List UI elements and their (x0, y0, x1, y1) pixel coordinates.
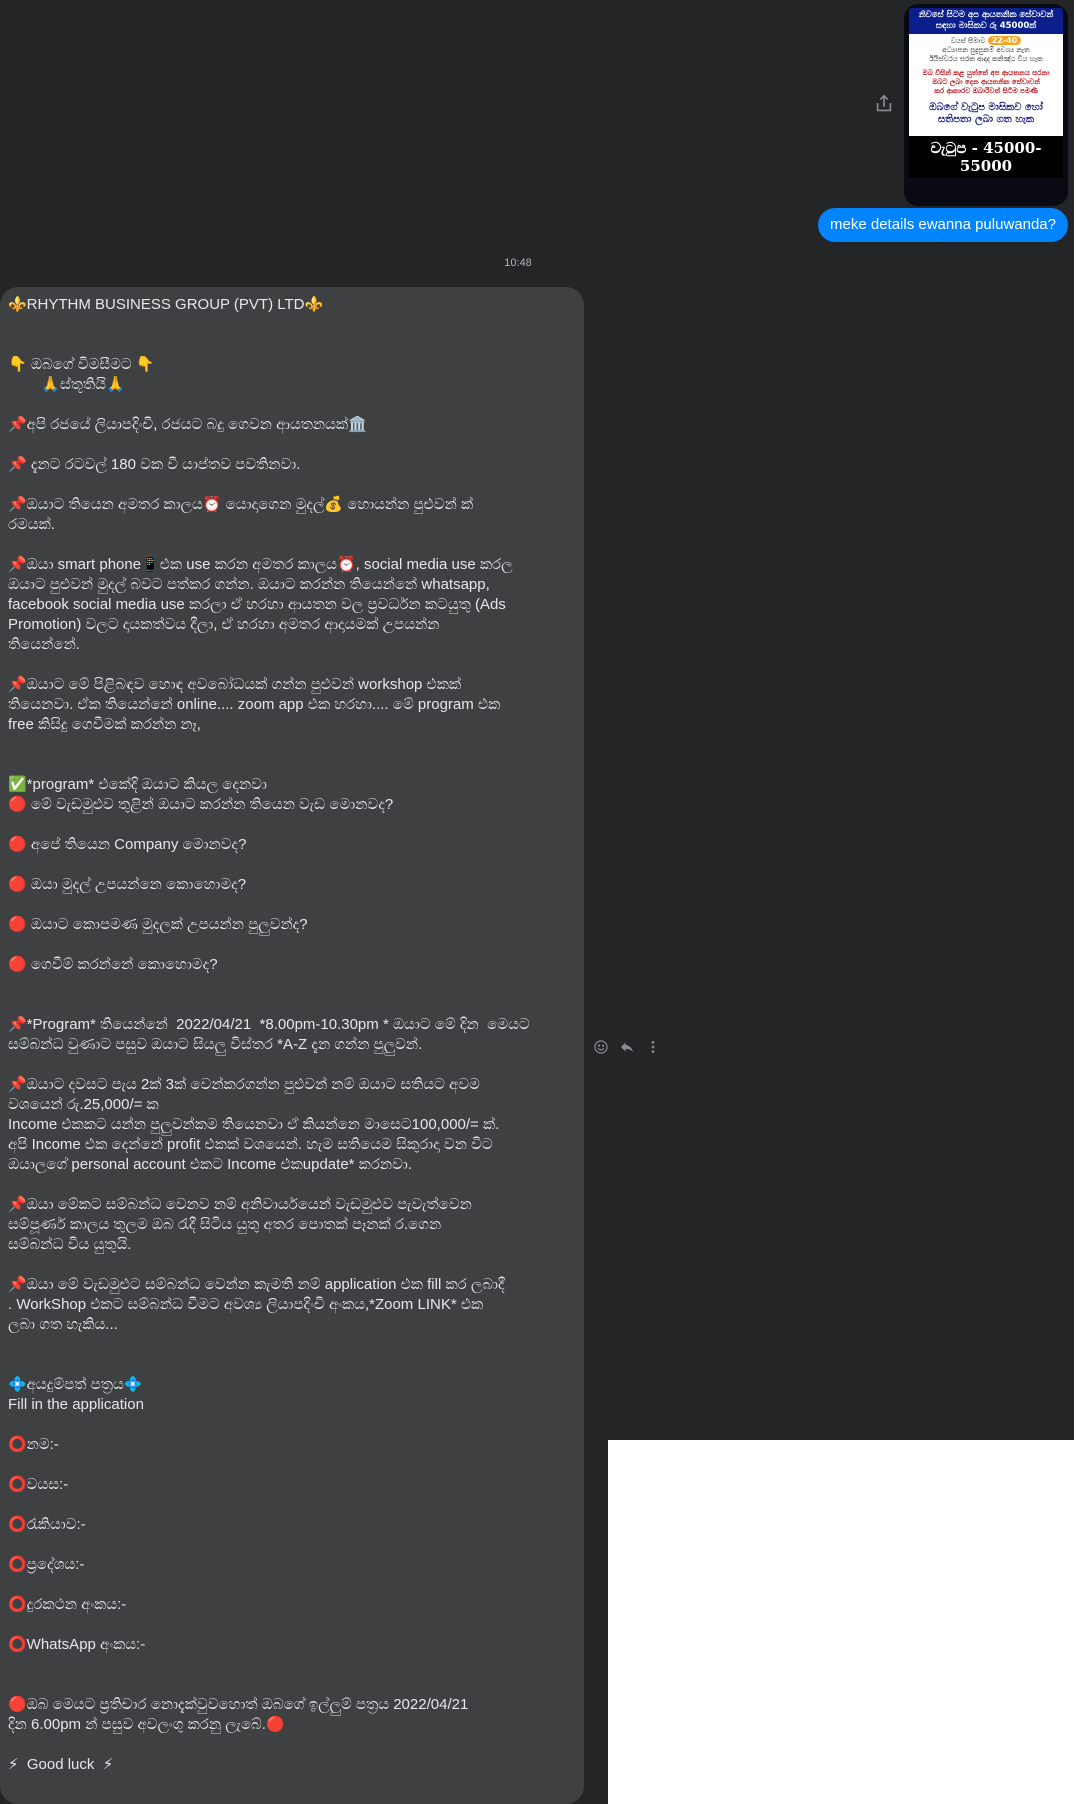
message-line: තියෙනවා. ඒක තියෙන්නේ online.... zoom app… (8, 696, 501, 713)
blank-region (608, 1440, 1076, 1804)
message-line (8, 1675, 576, 1695)
poster-text: ඊයිස්වරය සරක ආදාද කනිඤ්ඨ විය හැක (929, 55, 1043, 63)
message-line: ⭕WhatsApp අංකය:- (8, 1636, 146, 1653)
message-line: 🔴ඔබ මෙයට ප්‍රතිචාර නොදැක්වුවහොත් ඔබගේ ඉල… (8, 1696, 469, 1713)
message-line: ✅*program* එකේදි ඔයාට කියල දෙනවා (8, 776, 267, 793)
message-line: සම්බන්ධ විය යුතුයි. (8, 1236, 132, 1253)
message-line: 📌ඔයා smart phone📱එක use කරන අමතර කාලය⏰, … (8, 556, 513, 573)
message-line: 📌 දැනට රටවල් 180 වක වී යාප්තව පවතිනවා. (8, 456, 301, 473)
message-line (8, 475, 576, 495)
poster-text: වයස් සීමාව (950, 37, 986, 45)
message-line (8, 735, 576, 755)
smiley-icon[interactable] (592, 1038, 610, 1056)
poster-text: සඳහා මාසිකව රු 45000ක් (935, 21, 1037, 31)
message-line (8, 815, 576, 835)
message-line: 🔴 අපේ තියෙන Company මොනවද? (8, 836, 247, 853)
message-line (8, 1055, 576, 1075)
message-line (8, 855, 576, 875)
message-line (8, 995, 576, 1015)
message-line: 📌ඔයා මේකට සම්බන්ධ වෙනව නම් අනිවාර්යයෙන් … (8, 1196, 472, 1213)
message-line: දින 6.00pm න් පසුව අවලංගු කරනු ලැබේ.🔴 (8, 1716, 285, 1733)
message-line: facebook social media use කරලා ඒ හරහා ආය… (8, 596, 506, 613)
poster-mid: වයස් සීමාව 22-40 අධ්‍යාපන සුදුසුකම් අවශ්… (909, 34, 1063, 66)
message-line (8, 935, 576, 955)
message-line (8, 335, 576, 355)
message-line: Income එකකට යන්න පුලුවන්කම තියෙනවා ඒ කිය… (8, 1116, 500, 1133)
message-line (8, 1175, 576, 1195)
message-line: රමයක්. (8, 516, 55, 533)
message-line (8, 1455, 576, 1475)
message-line: . WorkShop එකට සම්බන්ධ වීමට අවශ්‍ය ලියාප… (8, 1296, 484, 1313)
message-line: 📌ඔයාට මේ පිළිබඳව හොඳ අවබෝධයක් ගන්න පුළුව… (8, 676, 462, 693)
message-line: 📌*Program* තියෙන්නේ 2022/04/21 *8.00pm-1… (8, 1016, 530, 1033)
message-line: සම්පූර්ණ කාලය තුලම ඔබ රැදී සිටිය යුතු අත… (8, 1216, 442, 1233)
message-line: 🙏ස්තූතියි🙏 (8, 376, 125, 393)
message-line: 🔴 ඔයා මුදල් උපයන්නෙ කොහොමද? (8, 876, 247, 893)
incoming-message[interactable]: ⚜️RHYTHM BUSINESS GROUP (PVT) LTD⚜️ 👇 ඔබග… (0, 287, 584, 1804)
poster-text: නිවසේ සිටම අප ආයතනික සේවාවන් (918, 10, 1054, 20)
message-line: ⭕නම:- (8, 1436, 59, 1453)
message-line (8, 1495, 576, 1515)
age-badge: 22-40 (987, 36, 1022, 45)
message-line (8, 1535, 576, 1555)
message-line: ලබා ගත හැකිය... (8, 1316, 118, 1333)
message-actions (592, 1038, 662, 1056)
message-line (8, 975, 576, 995)
message-line (8, 1335, 576, 1355)
message-line: ඔයාලගේ personal account එකට Income එකupd… (8, 1156, 412, 1173)
message-line: ⚡ Good luck ⚡ (8, 1756, 114, 1773)
message-line (8, 1255, 576, 1275)
image-attachment[interactable]: නිවසේ සිටම අප ආයතනික සේවාවන් සඳහා මාසිකව… (904, 4, 1068, 206)
message-line: ⭕දුරකථන අංකය:- (8, 1596, 127, 1613)
message-line: 👇 ඔබගේ විමසීමට 👇 (8, 356, 155, 373)
poster-text: ඔබගේ වැටුප මාසිකව හෝ (929, 102, 1043, 113)
message-line (8, 435, 576, 455)
reply-icon[interactable] (618, 1038, 636, 1056)
message-line: 📌ඔයාට තියෙන අමතර කාලය⏰ යොදාගෙන මුදල්💰 හො… (8, 496, 474, 513)
message-timestamp: 10:48 (504, 257, 532, 269)
message-line (8, 535, 576, 555)
message-line: ⭕ප්‍රදේශය:- (8, 1556, 85, 1573)
message-line (8, 1415, 576, 1435)
message-line (8, 395, 576, 415)
poster-body: ඔබ විසින් කළ යුත්තේ අප ආයතනය සරනා ඔබට ලබ… (909, 66, 1063, 136)
message-line: 🔴 ඔයාට කොපමණ මුදලක් උපයන්න පුලුවන්ද? (8, 916, 308, 933)
message-line: 🔴 මේ වැඩමුළුව තුළින් ඔයාට කරන්න තියෙන වැ… (8, 796, 394, 813)
message-line: සම්බන්ධ වුණාට පසුව ඔයාට සියලු විස්තර *A-… (8, 1036, 423, 1053)
message-line (8, 755, 576, 775)
share-icon[interactable] (873, 93, 895, 115)
message-line (8, 1735, 576, 1755)
poster-salary: වැටුප - 45000-55000 (909, 136, 1063, 178)
poster-text: සතිපතා ලබා ගත හැක (937, 114, 1035, 125)
message-line (8, 1355, 576, 1375)
message-line (8, 1615, 576, 1635)
message-line: අපි Income එක දෙන්නේ profit එකක් වශයෙන්.… (8, 1136, 493, 1153)
message-line: Promotion) වලට දායකත්වය දීලා, ඒ හරහා අමත… (8, 616, 440, 633)
poster-text: අධ්‍යාපන සුදුසුකම් අවශ්‍ය නැත (942, 46, 1030, 54)
poster-text: ඔබට ලබා දෙන ආයතනික සේවාවන් (932, 78, 1040, 86)
message-line (8, 1655, 576, 1675)
message-line: වශයෙන් රු.25,000/= ක (8, 1096, 159, 1113)
more-vertical-icon[interactable] (644, 1038, 662, 1056)
message-line: free කිසිදු ගෙවීමක් කරන්න නෑ, (8, 716, 201, 733)
message-line: 📌ඔයා මේ වැඩමුළුට සම්බන්ධ වෙන්න කැමති නම්… (8, 1276, 505, 1293)
message-line (8, 315, 576, 335)
message-line (8, 655, 576, 675)
message-line: ⭕රැකියාව:- (8, 1516, 86, 1533)
message-line: ⭕වයස:- (8, 1476, 69, 1493)
poster-text: ඔබ විසින් කළ යුත්තේ අප ආයතනය සරනා (922, 69, 1050, 77)
outgoing-message[interactable]: meke details ewanna puluwanda? (818, 208, 1068, 242)
message-line: 📌අපි රජයේ ලියාපදිංචි, රජයට බදු ගෙවන ආයතන… (8, 416, 367, 433)
message-line (8, 1575, 576, 1595)
message-line: ⚜️RHYTHM BUSINESS GROUP (PVT) LTD⚜️ (8, 296, 324, 313)
message-line (8, 895, 576, 915)
poster-text: කර ආකාරව ඔබාරිවත් සිටීම පමණි (934, 87, 1038, 95)
message-line: ඔයාට පුළුවන් මුදල් බවට පත්කර ගන්න. ඔයාට … (8, 576, 490, 593)
message-line: තියෙන්නේ. (8, 636, 80, 653)
poster-header: නිවසේ සිටම අප ආයතනික සේවාවන් සඳහා මාසිකව… (909, 8, 1063, 34)
message-line: 📌ඔයාට දවසට පැය 2ක් 3ක් වෙන්කරගන්න පුළුවන… (8, 1076, 480, 1093)
message-line: 💠අයදුම්පත් පත්‍රය💠 (8, 1376, 143, 1393)
message-line: Fill in the application (8, 1396, 144, 1413)
message-line: 🔴 ගෙවීම් කරන්නේ කොහොමද? (8, 956, 218, 973)
